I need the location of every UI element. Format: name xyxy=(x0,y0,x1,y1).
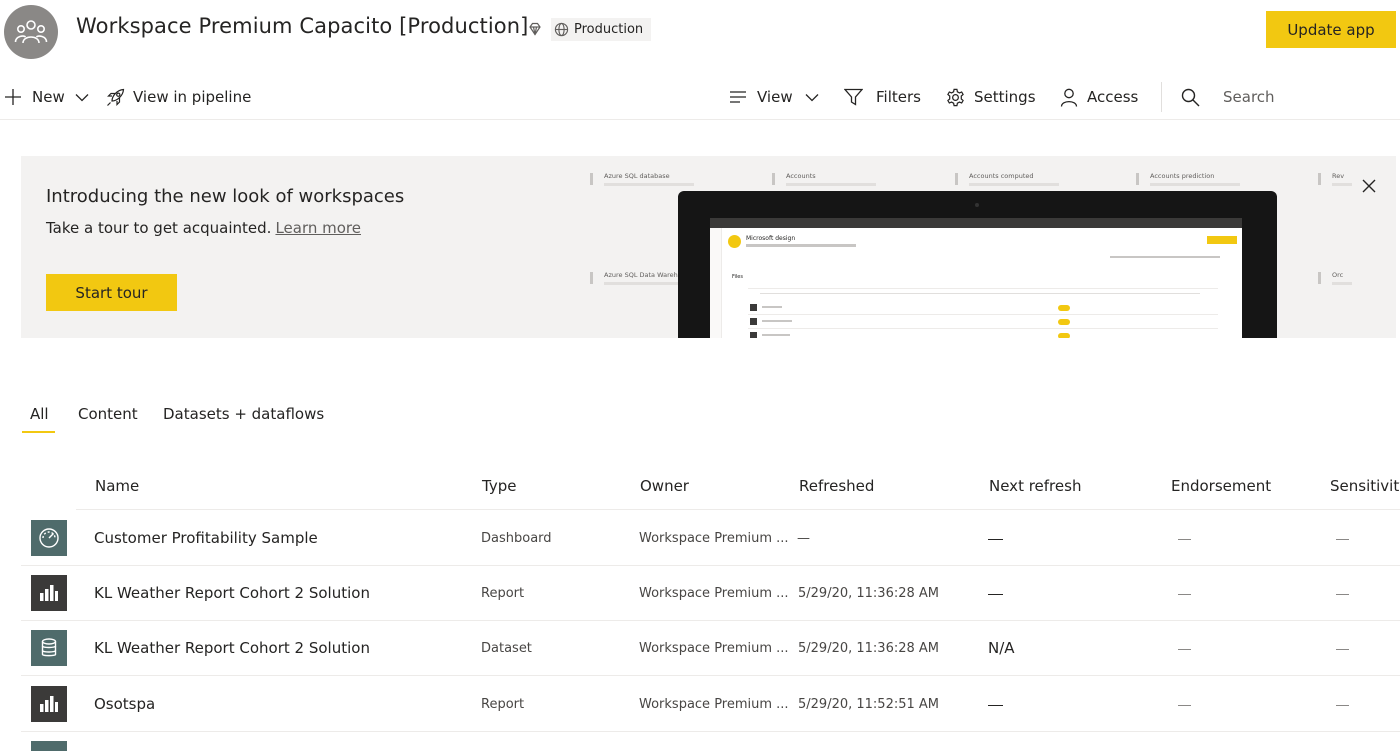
item-endorsement-empty xyxy=(1178,594,1191,595)
table-header-divider xyxy=(76,509,1400,510)
workspace-toolbar: New View in pipeline View Filters Settin… xyxy=(0,76,1400,120)
premium-diamond-icon xyxy=(529,22,541,36)
item-endorsement-empty xyxy=(1178,649,1191,650)
banner-subtitle: Take a tour to get acquainted. Learn more xyxy=(46,219,361,237)
item-name[interactable]: Customer Profitability Sample xyxy=(94,529,318,547)
start-tour-button[interactable]: Start tour xyxy=(46,274,177,311)
dashboard-icon xyxy=(31,520,67,556)
workspace-avatar-icon xyxy=(4,5,58,59)
access-button[interactable]: Access xyxy=(1060,76,1138,118)
item-owner: Workspace Premium ... xyxy=(639,697,789,712)
search-input[interactable] xyxy=(1223,88,1343,106)
item-next-refresh-empty xyxy=(988,594,1003,595)
dataset-icon xyxy=(31,630,67,666)
gear-icon xyxy=(947,88,964,106)
tab-content[interactable]: Content xyxy=(78,405,138,435)
new-button[interactable]: New xyxy=(4,76,89,118)
item-sensitivity-empty xyxy=(1336,594,1349,595)
rocket-icon xyxy=(107,88,125,106)
filters-label: Filters xyxy=(876,88,921,106)
column-header-type[interactable]: Type xyxy=(482,477,516,495)
access-label: Access xyxy=(1087,88,1139,106)
column-header-next-refresh[interactable]: Next refresh xyxy=(989,477,1081,495)
workspace-title: Workspace Premium Capacito [Production] xyxy=(76,14,529,38)
item-refreshed: — xyxy=(797,531,810,546)
laptop-illustration: Microsoft design Files xyxy=(678,191,1277,338)
item-endorsement-empty xyxy=(1178,539,1191,540)
item-owner: Workspace Premium ... xyxy=(639,641,789,656)
environment-badge-label: Production xyxy=(574,22,644,37)
table-row[interactable]: Osotspa Report Workspace Premium ... 5/2… xyxy=(0,677,1400,732)
item-sensitivity-empty xyxy=(1336,539,1349,540)
column-header-sensitivity[interactable]: Sensitivity xyxy=(1330,477,1400,495)
update-app-button[interactable]: Update app xyxy=(1266,11,1396,48)
banner-title: Introducing the new look of workspaces xyxy=(46,186,405,207)
banner-illustration: Azure SQL database Accounts Accounts com… xyxy=(590,156,1360,338)
illustration-card: Azure SQL database xyxy=(590,169,730,193)
item-type: Dashboard xyxy=(481,531,552,546)
item-sensitivity-empty xyxy=(1336,705,1349,706)
tab-datasets-dataflows[interactable]: Datasets + dataflows xyxy=(163,405,324,435)
item-refreshed: 5/29/20, 11:36:28 AM xyxy=(798,586,940,601)
search-icon xyxy=(1181,88,1200,106)
search-box[interactable] xyxy=(1181,76,1343,118)
settings-label: Settings xyxy=(974,88,1036,106)
illustration-card: Orc xyxy=(1318,268,1396,292)
item-owner: Workspace Premium ... xyxy=(639,586,789,601)
column-header-name[interactable]: Name xyxy=(95,477,139,495)
view-menu-button[interactable]: View xyxy=(729,76,819,118)
item-refreshed: 5/29/20, 11:36:28 AM xyxy=(798,641,940,656)
report-icon xyxy=(31,686,67,722)
item-name[interactable]: KL Weather Report Cohort 2 Solution xyxy=(94,639,370,657)
item-endorsement-empty xyxy=(1178,705,1191,706)
workspace-header: Workspace Premium Capacito [Production] … xyxy=(0,0,1400,62)
view-label: View xyxy=(757,88,793,106)
chevron-down-icon xyxy=(75,93,89,101)
item-type: Report xyxy=(481,586,525,601)
item-type: Report xyxy=(481,697,525,712)
new-label: New xyxy=(32,88,65,106)
laptop-screen: Microsoft design Files xyxy=(710,218,1242,338)
item-next-refresh-empty xyxy=(988,539,1003,540)
partial-row-icon xyxy=(31,741,67,751)
plus-icon xyxy=(5,89,21,105)
illustration-card: Rev xyxy=(1318,169,1396,193)
filter-icon xyxy=(844,88,863,106)
environment-badge: Production xyxy=(551,18,652,41)
view-lines-icon xyxy=(730,91,746,103)
illustration-card: Accounts xyxy=(772,169,912,193)
view-in-pipeline-button[interactable]: View in pipeline xyxy=(106,76,251,118)
item-name[interactable]: KL Weather Report Cohort 2 Solution xyxy=(94,584,370,602)
table-row[interactable]: KL Weather Report Cohort 2 Solution Repo… xyxy=(0,566,1400,621)
item-next-refresh: N/A xyxy=(988,639,1015,657)
item-owner: Workspace Premium ... xyxy=(639,531,789,546)
banner-subtitle-text: Take a tour to get acquainted. xyxy=(46,219,272,237)
globe-icon xyxy=(554,22,569,37)
item-refreshed: 5/29/20, 11:52:51 AM xyxy=(798,697,940,712)
illustration-card: Accounts computed xyxy=(955,169,1095,193)
settings-button[interactable]: Settings xyxy=(946,76,1036,118)
illustration-card: Accounts prediction xyxy=(1136,169,1276,193)
column-header-refreshed[interactable]: Refreshed xyxy=(799,477,874,495)
column-header-owner[interactable]: Owner xyxy=(640,477,689,495)
column-header-endorsement[interactable]: Endorsement xyxy=(1171,477,1271,495)
view-in-pipeline-label: View in pipeline xyxy=(133,88,252,106)
person-icon xyxy=(1060,88,1078,107)
item-name[interactable]: Osotspa xyxy=(94,695,155,713)
table-row[interactable]: Customer Profitability Sample Dashboard … xyxy=(0,511,1400,566)
report-icon xyxy=(31,575,67,611)
close-icon[interactable] xyxy=(1359,176,1379,196)
item-next-refresh-empty xyxy=(988,705,1003,706)
new-workspace-banner: Introducing the new look of workspaces T… xyxy=(21,156,1396,338)
item-type: Dataset xyxy=(481,641,532,656)
filters-button[interactable]: Filters xyxy=(844,76,921,118)
toolbar-divider xyxy=(1161,82,1162,112)
item-sensitivity-empty xyxy=(1336,649,1349,650)
chevron-down-icon xyxy=(805,93,819,101)
table-row[interactable]: KL Weather Report Cohort 2 Solution Data… xyxy=(0,621,1400,676)
tab-all[interactable]: All xyxy=(22,405,55,435)
learn-more-link[interactable]: Learn more xyxy=(275,219,361,237)
